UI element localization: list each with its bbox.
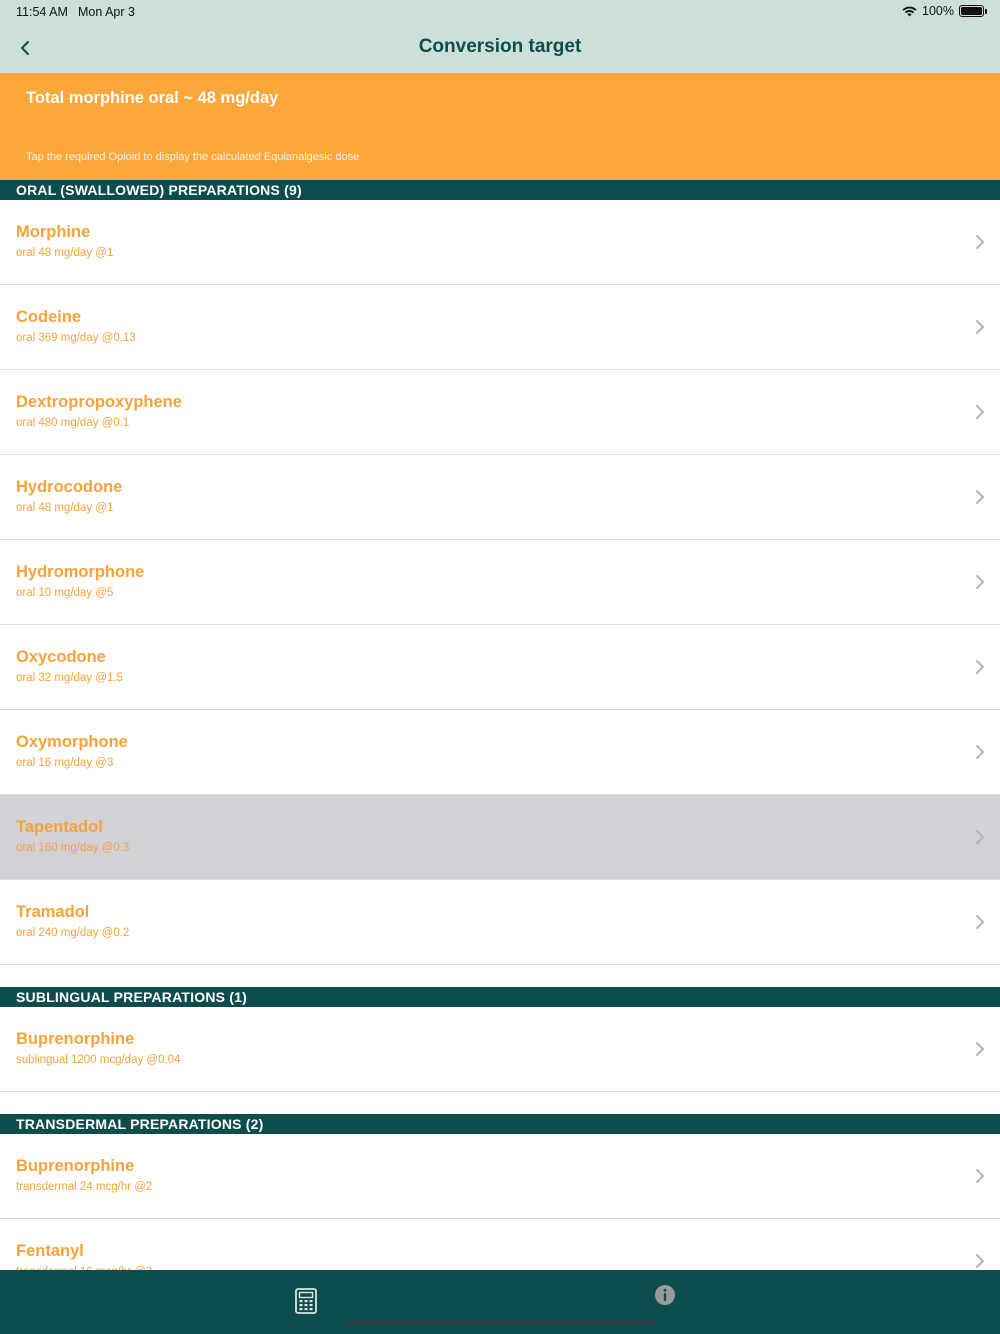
list-item[interactable]: Morphine oral 48 mg/day @1	[0, 200, 1000, 285]
status-date: Mon Apr 3	[78, 5, 135, 19]
list-item[interactable]: Oxycodone oral 32 mg/day @1.5	[0, 625, 1000, 710]
chevron-right-icon	[976, 745, 984, 759]
list-item[interactable]: Tapentadol oral 160 mg/day @0.3	[0, 795, 1000, 880]
section-header-sublingual: SUBLINGUAL PREPARATIONS (1)	[0, 987, 1000, 1007]
status-time: 11:54 AM	[16, 5, 68, 19]
nav-bar: Conversion target	[0, 24, 1000, 73]
chevron-right-icon	[976, 1169, 984, 1183]
list-item[interactable]: Hydromorphone oral 10 mg/day @5	[0, 540, 1000, 625]
total-banner: Total morphine oral ~ 48 mg/day Tap the …	[0, 73, 1000, 180]
info-icon[interactable]	[654, 1284, 676, 1306]
drug-name: Fentanyl	[16, 1242, 84, 1260]
drug-name: Codeine	[16, 308, 82, 326]
tab-bar	[0, 1270, 1000, 1334]
list-item[interactable]: Tramadol oral 240 mg/day @0.2	[0, 880, 1000, 965]
page-title: Conversion target	[418, 36, 582, 57]
dose-detail: oral 10 mg/day @5	[16, 587, 114, 599]
section-header-transdermal: TRANSDERMAL PREPARATIONS (2)	[0, 1114, 1000, 1134]
chevron-right-icon	[976, 660, 984, 674]
wifi-icon	[902, 6, 917, 16]
chevron-right-icon	[976, 320, 984, 334]
drug-name: Hydrocodone	[16, 478, 123, 496]
drug-name: Buprenorphine	[16, 1157, 135, 1175]
opioid-list[interactable]: ORAL (SWALLOWED) PREPARATIONS (9) Morphi…	[0, 180, 1000, 1270]
battery-percent: 100%	[922, 4, 954, 18]
status-right: 100%	[902, 4, 987, 18]
chevron-right-icon	[976, 490, 984, 504]
section-sublingual-items: Buprenorphine sublingual 1200 mcg/day @0.…	[0, 1007, 1000, 1092]
list-item[interactable]: Oxymorphone oral 16 mg/day @3	[0, 710, 1000, 795]
drug-name: Tapentadol	[16, 818, 103, 836]
drug-name: Hydromorphone	[16, 563, 145, 581]
battery-icon	[959, 5, 987, 17]
list-item[interactable]: Buprenorphine transdermal 24 mcg/hr @2	[0, 1134, 1000, 1219]
list-item[interactable]: Dextropropoxyphene oral 480 mg/day @0.1	[0, 370, 1000, 455]
drug-name: Buprenorphine	[16, 1030, 135, 1048]
dose-detail: oral 240 mg/day @0.2	[16, 927, 130, 939]
section-transdermal-items: Buprenorphine transdermal 24 mcg/hr @2 Fen…	[0, 1134, 1000, 1270]
drug-name: Dextropropoxyphene	[16, 393, 182, 411]
dose-detail: oral 48 mg/day @1	[16, 502, 114, 514]
drug-name: Morphine	[16, 223, 91, 241]
list-item[interactable]: Fentanyltransdermal 16 mcg/hr @3	[0, 1219, 1000, 1270]
instruction-text: Tap the required Opioid to display the c…	[26, 151, 360, 163]
drug-name: Oxycodone	[16, 648, 106, 666]
drug-name: Oxymorphone	[16, 733, 128, 751]
chevron-right-icon	[976, 830, 984, 844]
chevron-right-icon	[976, 235, 984, 249]
calculator-icon[interactable]	[294, 1288, 318, 1314]
dose-detail: oral 16 mg/day @3	[16, 757, 114, 769]
dose-detail: oral 160 mg/day @0.3	[16, 842, 130, 854]
home-indicator[interactable]	[346, 1320, 654, 1325]
chevron-right-icon	[976, 575, 984, 589]
dose-detail: transdermal 24 mcg/hr @2	[16, 1181, 153, 1193]
list-item[interactable]: Buprenorphine sublingual 1200 mcg/day @0.…	[0, 1007, 1000, 1092]
dose-detail: oral 480 mg/day @0.1	[16, 417, 130, 429]
list-item[interactable]: Codeine oral 369 mg/day @0.13	[0, 285, 1000, 370]
dose-detail: sublingual 1200 mcg/day @0.04	[16, 1054, 181, 1066]
list-item[interactable]: Hydrocodone oral 48 mg/day @1	[0, 455, 1000, 540]
total-morphine-label: Total morphine oral ~ 48 mg/day	[26, 89, 279, 107]
chevron-right-icon	[976, 405, 984, 419]
section-oral-items: Morphine oral 48 mg/day @1 Codeine oral 369…	[0, 200, 1000, 965]
section-gap	[0, 1092, 1000, 1114]
chevron-right-icon	[976, 1042, 984, 1056]
dose-detail: oral 48 mg/day @1	[16, 247, 114, 259]
dose-detail: oral 32 mg/day @1.5	[16, 672, 123, 684]
chevron-right-icon	[976, 915, 984, 929]
section-header-oral: ORAL (SWALLOWED) PREPARATIONS (9)	[0, 180, 1000, 200]
dose-detail: oral 369 mg/day @0.13	[16, 332, 136, 344]
section-gap	[0, 965, 1000, 987]
status-bar: 11:54 AM Mon Apr 3 100%	[0, 0, 1000, 24]
chevron-right-icon	[976, 1254, 984, 1268]
drug-name: Tramadol	[16, 903, 90, 921]
